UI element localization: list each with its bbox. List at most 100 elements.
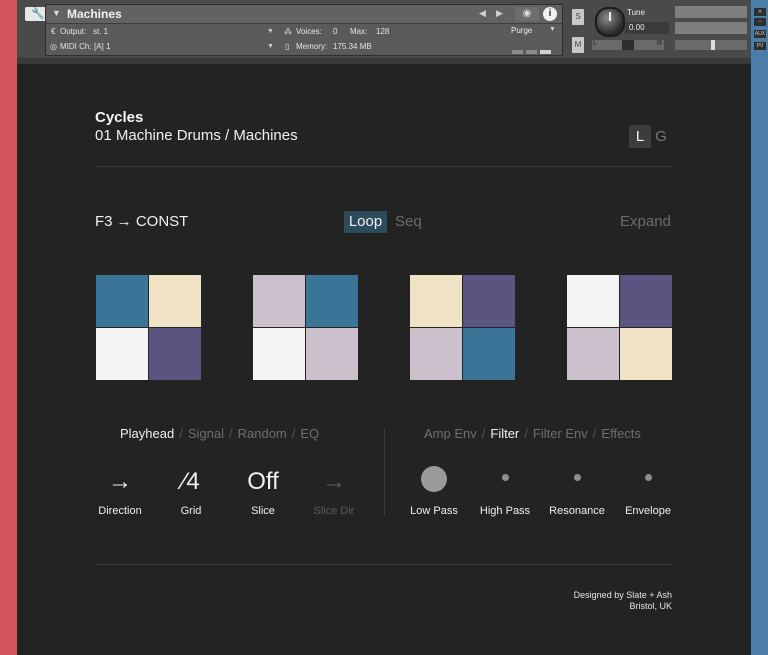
toggle-l-button[interactable]: L xyxy=(629,125,651,148)
seq-mode-button[interactable]: Seq xyxy=(395,213,422,230)
tab-playhead[interactable]: Playhead xyxy=(120,426,174,441)
pattern-quadrant xyxy=(463,275,515,327)
direction-label: Direction xyxy=(98,505,142,517)
credit-designer: Designed by Slate + Ash xyxy=(573,590,672,600)
toggle-g-button[interactable]: G xyxy=(654,125,668,148)
midi-channel-label: MIDI Ch: xyxy=(60,42,92,51)
camera-icon[interactable]: ◉ xyxy=(515,7,539,21)
instrument-panel: Cycles 01 Machine Drums / Machines L G F… xyxy=(17,64,751,655)
high-pass-label: High Pass xyxy=(479,505,531,517)
pattern-quadrant xyxy=(96,328,148,380)
pv-button[interactable]: PV xyxy=(754,42,766,50)
info-icon[interactable]: i xyxy=(543,7,557,21)
slice-dir-value[interactable]: → xyxy=(294,468,374,496)
low-pass-knob[interactable] xyxy=(421,466,447,492)
pan-slider[interactable]: L R xyxy=(592,40,664,50)
pattern-cell-1[interactable] xyxy=(96,275,201,380)
tab-filter-env[interactable]: Filter Env xyxy=(533,426,588,441)
pattern-quadrant xyxy=(253,275,305,327)
memory-icon: ▯ xyxy=(285,42,290,51)
credit-location: Bristol, UK xyxy=(629,601,672,611)
pattern-quadrant xyxy=(306,328,358,380)
grid-label: Grid xyxy=(180,505,202,517)
voices-icon: ⁂ xyxy=(284,27,292,36)
volume-handle[interactable] xyxy=(711,40,715,50)
pattern-quadrant xyxy=(149,275,201,327)
pattern-quadrant xyxy=(306,275,358,327)
mute-button[interactable]: M xyxy=(572,37,584,53)
purge-dropdown[interactable]: Purge xyxy=(511,26,532,35)
slice-label: Slice xyxy=(251,505,275,517)
output-dropdown-arrow-icon[interactable]: ▼ xyxy=(267,28,274,35)
envelope-tabs: Amp Env / Filter / Filter Env / Effects xyxy=(424,426,641,441)
pattern-quadrant xyxy=(149,328,201,380)
level-meter-left xyxy=(675,6,747,18)
tab-signal[interactable]: Signal xyxy=(188,426,224,441)
midi-channel-dropdown[interactable]: [A] 1 xyxy=(94,42,110,51)
purge-arrow-icon[interactable]: ▼ xyxy=(549,26,556,33)
tune-label: Tune xyxy=(627,8,645,17)
pattern-cell-4[interactable] xyxy=(567,275,672,380)
low-pass-label: Low Pass xyxy=(410,505,458,517)
tab-filter[interactable]: Filter xyxy=(490,426,519,441)
pattern-cell-2[interactable] xyxy=(253,275,358,380)
tune-value[interactable]: 0.00 xyxy=(625,22,669,34)
tab-eq[interactable]: EQ xyxy=(300,426,319,441)
level-meter-right xyxy=(675,22,747,34)
slice-value[interactable]: Off xyxy=(223,468,303,496)
envelope-label: Envelope xyxy=(625,505,671,517)
preset-path[interactable]: 01 Machine Drums / Machines xyxy=(95,127,298,144)
tab-amp-env[interactable]: Amp Env xyxy=(424,426,477,441)
pattern-quadrant xyxy=(620,275,672,327)
midi-icon: ◎ xyxy=(50,42,57,51)
pan-handle[interactable] xyxy=(622,40,634,50)
instrument-header: ▼ Machines ◀ ▶ ◉ i € Output: st. 1 ▼ ⁂ V… xyxy=(45,4,563,56)
max-voices-label: Max: xyxy=(350,27,368,36)
output-icon: € xyxy=(51,27,56,36)
instrument-name[interactable]: Machines xyxy=(67,7,122,21)
midi-dropdown-arrow-icon[interactable]: ▼ xyxy=(267,43,274,50)
close-icon[interactable]: ✕ xyxy=(754,8,766,16)
grid-value[interactable]: ∕4 xyxy=(151,468,231,496)
high-pass-knob[interactable] xyxy=(502,474,509,481)
output-dropdown[interactable]: st. 1 xyxy=(93,27,108,36)
left-edge-strip xyxy=(0,0,17,655)
tab-effects[interactable]: Effects xyxy=(601,426,641,441)
pattern-quadrant xyxy=(96,275,148,327)
pattern-quadrant xyxy=(410,328,462,380)
next-instrument-icon[interactable]: ▶ xyxy=(496,8,503,19)
envelope-knob[interactable] xyxy=(645,474,652,481)
collapse-triangle-icon[interactable]: ▼ xyxy=(52,8,61,18)
instrument-name-row: ▼ Machines ◀ ▶ ◉ i xyxy=(46,5,562,24)
pan-left-label: L xyxy=(593,40,597,47)
pattern-quadrant xyxy=(410,275,462,327)
loop-mode-button[interactable]: Loop xyxy=(344,211,387,233)
pattern-cell-3[interactable] xyxy=(410,275,515,380)
volume-slider[interactable] xyxy=(675,40,747,50)
expand-button[interactable]: Expand xyxy=(620,213,671,230)
direction-value[interactable]: → xyxy=(80,468,160,496)
right-edge-strip: ✕ − AUX PV xyxy=(751,0,768,655)
resonance-label: Resonance xyxy=(549,505,605,517)
tune-knob[interactable] xyxy=(595,7,625,37)
pattern-quadrant xyxy=(567,328,619,380)
purge-indicators xyxy=(512,41,554,59)
product-title: Cycles xyxy=(95,109,144,126)
prev-instrument-icon[interactable]: ◀ xyxy=(479,8,486,19)
playhead-tabs: Playhead / Signal / Random / EQ xyxy=(120,426,320,441)
max-voices-value[interactable]: 128 xyxy=(376,27,389,36)
memory-value: 175.34 MB xyxy=(333,42,372,51)
output-label: Output: xyxy=(60,27,87,36)
resonance-knob[interactable] xyxy=(574,474,581,481)
minimize-icon[interactable]: − xyxy=(754,18,766,26)
solo-button[interactable]: S xyxy=(572,9,584,25)
tab-random[interactable]: Random xyxy=(238,426,287,441)
section-divider xyxy=(384,428,385,516)
divider-bottom xyxy=(95,564,672,565)
voices-value: 0 xyxy=(333,27,338,36)
key-mapping-label: F3 → CONST xyxy=(95,213,189,230)
aux-button[interactable]: AUX xyxy=(754,30,766,38)
divider-top xyxy=(95,166,672,167)
slice-dir-label: Slice Dir xyxy=(313,505,355,517)
memory-label: Memory: xyxy=(296,42,328,51)
